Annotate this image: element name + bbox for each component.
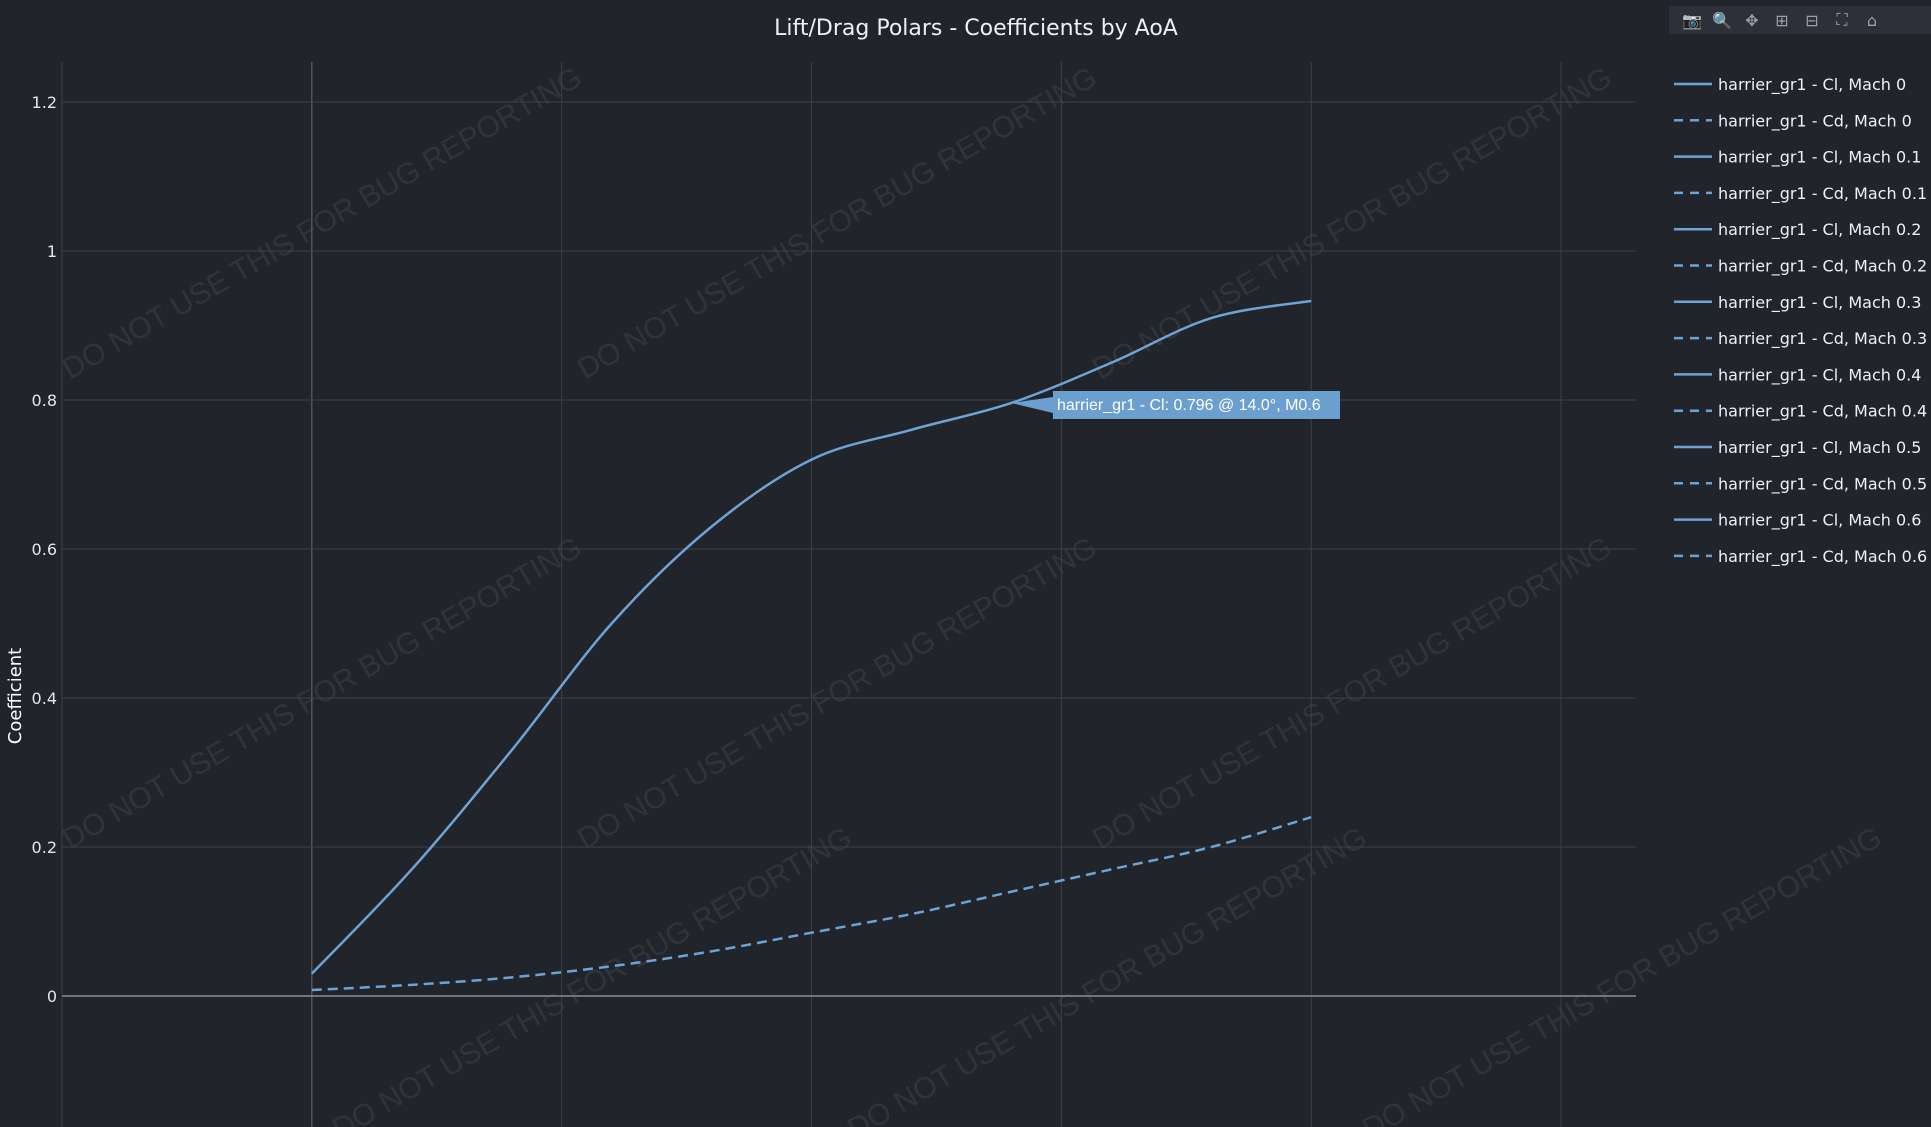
legend-label: harrier_gr1 - Cd, Mach 0.4 xyxy=(1718,402,1927,422)
zoom-in-icon[interactable]: ⊞ xyxy=(1769,7,1795,33)
legend-label: harrier_gr1 - Cl, Mach 0.4 xyxy=(1718,365,1921,385)
y-tick-label: 0.4 xyxy=(32,689,57,708)
chart: DO NOT USE THIS FOR BUG REPORTINGDO NOT … xyxy=(5,16,1927,1127)
legend-item[interactable]: harrier_gr1 - Cd, Mach 0.2 xyxy=(1674,257,1927,277)
y-tick-label: 1 xyxy=(47,242,57,261)
legend-item[interactable]: harrier_gr1 - Cl, Mach 0.5 xyxy=(1674,438,1921,458)
legend-item[interactable]: harrier_gr1 - Cd, Mach 0.5 xyxy=(1674,474,1927,494)
legend-label: harrier_gr1 - Cl, Mach 0.2 xyxy=(1718,220,1921,240)
pan-icon[interactable]: ✥ xyxy=(1739,7,1765,33)
legend-item[interactable]: harrier_gr1 - Cl, Mach 0.6 xyxy=(1674,511,1921,531)
legend-label: harrier_gr1 - Cd, Mach 0.6 xyxy=(1718,547,1927,567)
watermark-text: DO NOT USE THIS FOR BUG REPORTING xyxy=(327,821,857,1127)
legend-label: harrier_gr1 - Cd, Mach 0.1 xyxy=(1718,184,1927,204)
y-tick-labels: 0 0.2 0.4 0.6 0.8 1 1.2 xyxy=(32,93,57,1006)
legend-item[interactable]: harrier_gr1 - Cd, Mach 0.6 xyxy=(1674,547,1927,567)
legend-item[interactable]: harrier_gr1 - Cd, Mach 0.1 xyxy=(1674,184,1927,204)
legend-label: harrier_gr1 - Cl, Mach 0.1 xyxy=(1718,148,1921,168)
camera-icon[interactable]: 📷 xyxy=(1679,7,1705,33)
legend-label: harrier_gr1 - Cd, Mach 0.5 xyxy=(1718,474,1927,494)
y-tick-label: 0.6 xyxy=(32,540,57,559)
legend-item[interactable]: harrier_gr1 - Cl, Mach 0 xyxy=(1674,75,1906,95)
legend-label: harrier_gr1 - Cl, Mach 0.3 xyxy=(1718,293,1921,313)
legend-item[interactable]: harrier_gr1 - Cl, Mach 0.3 xyxy=(1674,293,1921,313)
watermark-layer: DO NOT USE THIS FOR BUG REPORTINGDO NOT … xyxy=(57,61,1887,1127)
hover-pointer xyxy=(1011,396,1053,413)
zoom-out-icon[interactable]: ⊟ xyxy=(1799,7,1825,33)
watermark-text: DO NOT USE THIS FOR BUG REPORTING xyxy=(842,821,1372,1127)
legend[interactable]: harrier_gr1 - Cl, Mach 0 harrier_gr1 - Cd… xyxy=(1674,75,1927,567)
legend-item[interactable]: harrier_gr1 - Cd, Mach 0.3 xyxy=(1674,329,1927,349)
legend-item[interactable]: harrier_gr1 - Cl, Mach 0.1 xyxy=(1674,148,1921,168)
zoom-icon[interactable]: 🔍 xyxy=(1709,7,1735,33)
y-tick-label: 0 xyxy=(47,987,57,1006)
legend-item[interactable]: harrier_gr1 - Cd, Mach 0.4 xyxy=(1674,402,1927,422)
watermark-text: DO NOT USE THIS FOR BUG REPORTING xyxy=(1357,821,1887,1127)
legend-label: harrier_gr1 - Cl, Mach 0 xyxy=(1718,75,1906,95)
y-axis-label: Coefficient xyxy=(5,648,26,745)
modebar: 📷 🔍 ✥ ⊞ ⊟ ⛶ ⌂ xyxy=(1669,6,1931,34)
y-tick-label: 1.2 xyxy=(32,93,57,112)
watermark-text: DO NOT USE THIS FOR BUG REPORTING xyxy=(57,61,587,386)
legend-label: harrier_gr1 - Cd, Mach 0.3 xyxy=(1718,329,1927,349)
watermark-text: DO NOT USE THIS FOR BUG REPORTING xyxy=(57,531,587,856)
autoscale-icon[interactable]: ⛶ xyxy=(1829,7,1855,33)
legend-label: harrier_gr1 - Cd, Mach 0 xyxy=(1718,111,1912,131)
legend-label: harrier_gr1 - Cd, Mach 0.2 xyxy=(1718,257,1927,277)
chart-title: Lift/Drag Polars - Coefficients by AoA xyxy=(774,16,1178,41)
legend-item[interactable]: harrier_gr1 - Cd, Mach 0 xyxy=(1674,111,1912,131)
legend-item[interactable]: harrier_gr1 - Cl, Mach 0.2 xyxy=(1674,220,1921,240)
y-tick-label: 0.8 xyxy=(32,391,57,410)
legend-label: harrier_gr1 - Cl, Mach 0.5 xyxy=(1718,438,1921,458)
watermark-text: DO NOT USE THIS FOR BUG REPORTING xyxy=(572,61,1102,386)
legend-item[interactable]: harrier_gr1 - Cl, Mach 0.4 xyxy=(1674,365,1921,385)
hover-text: harrier_gr1 - Cl: 0.796 @ 14.0°, M0.6 xyxy=(1057,397,1321,414)
y-tick-label: 0.2 xyxy=(32,838,57,857)
legend-label: harrier_gr1 - Cl, Mach 0.6 xyxy=(1718,511,1921,531)
watermark-text: DO NOT USE THIS FOR BUG REPORTING xyxy=(1087,531,1617,856)
hover-label: harrier_gr1 - Cl: 0.796 @ 14.0°, M0.6 xyxy=(1011,390,1340,419)
reset-axes-icon[interactable]: ⌂ xyxy=(1859,7,1885,33)
